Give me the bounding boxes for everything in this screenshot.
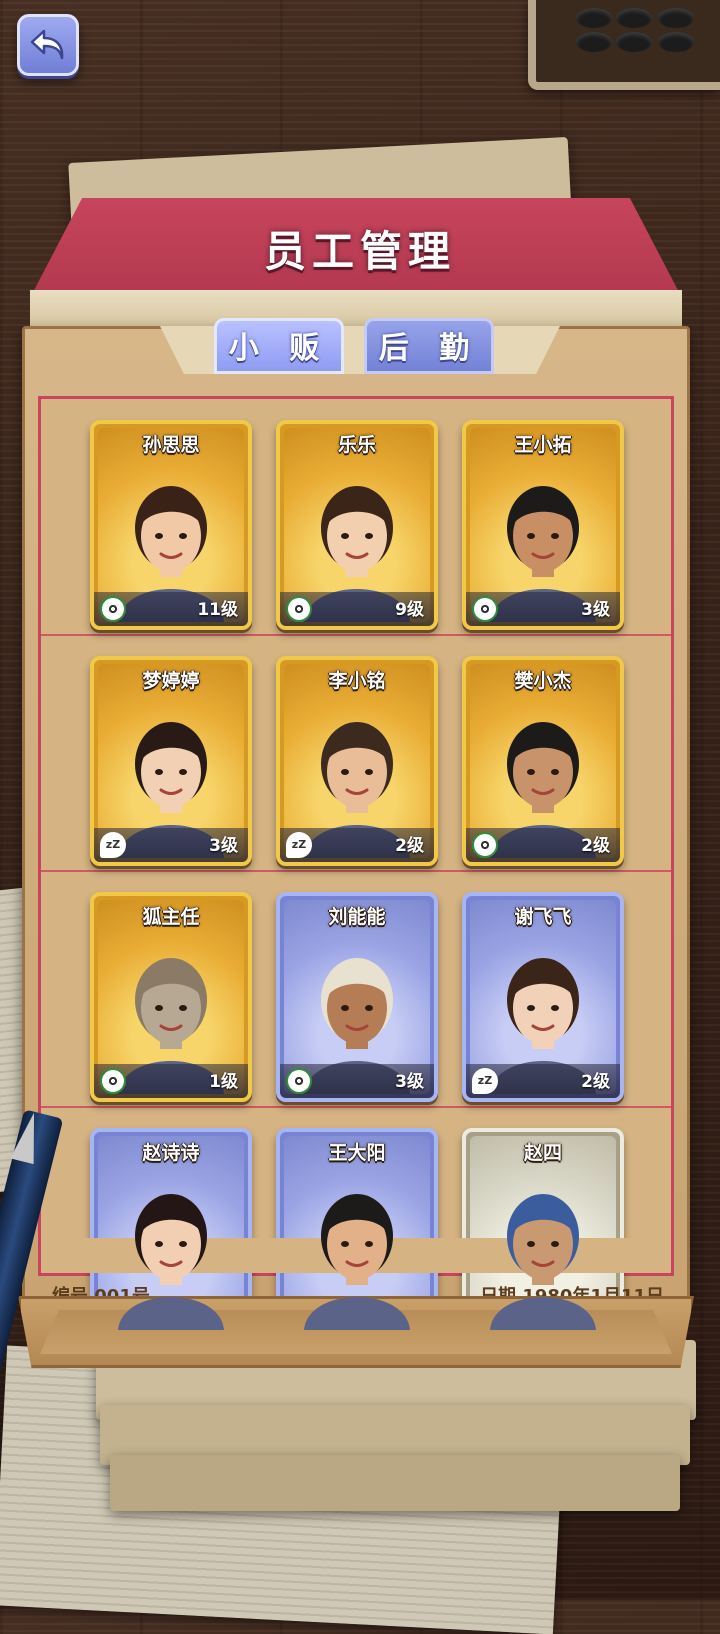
employee-name: 赵诗诗 (142, 1142, 200, 1164)
employee-name: 刘能能 (328, 906, 386, 928)
employee-level: 1级 (209, 1072, 238, 1092)
employee-card[interactable]: 李小铭 zZ 2级 (276, 656, 438, 866)
employee-name: 王大阳 (328, 1142, 386, 1164)
employee-name: 李小铭 (328, 670, 386, 692)
employee-card[interactable]: 赵四 (462, 1128, 624, 1338)
gear-icon (286, 1068, 312, 1094)
abacus-decoration (528, 0, 720, 90)
employee-card[interactable]: 樊小杰 2级 (462, 656, 624, 866)
employee-portrait (490, 1194, 596, 1330)
employee-card[interactable]: 刘能能 3级 (276, 892, 438, 1102)
employee-card[interactable]: 狐主任 1级 (90, 892, 252, 1102)
employee-portrait (304, 1194, 410, 1330)
employee-name: 孙思思 (142, 434, 200, 456)
employee-card[interactable]: 梦婷婷 zZ 3级 (90, 656, 252, 866)
card-background (284, 1136, 430, 1330)
page-title: 员工管理 (263, 227, 456, 276)
card-background (98, 1136, 244, 1330)
gear-icon (472, 832, 498, 858)
employee-level: 9级 (395, 600, 424, 620)
employee-level: 2级 (395, 836, 424, 856)
employee-name: 赵四 (523, 1142, 562, 1164)
employee-portrait (118, 1194, 224, 1330)
tab-vendor[interactable]: 小 贩 (214, 318, 344, 374)
back-button[interactable] (17, 14, 79, 76)
paper-stack-3 (110, 1455, 680, 1511)
gear-icon (100, 1068, 126, 1094)
employee-name: 王小拓 (514, 434, 572, 456)
back-arrow-icon (30, 29, 64, 60)
row-divider (40, 634, 672, 636)
employee-card[interactable]: 谢飞飞 zZ 2级 (462, 892, 624, 1102)
employee-level: 3级 (395, 1072, 424, 1092)
row-divider (40, 1106, 672, 1108)
row-divider (40, 870, 672, 872)
sleep-zzz-icon: zZ (472, 1068, 498, 1094)
employee-card[interactable]: 孙思思 11级 (90, 420, 252, 630)
employee-level: 11级 (197, 600, 238, 620)
employee-name: 狐主任 (142, 906, 200, 928)
employee-level: 2级 (581, 1072, 610, 1092)
employee-level: 3级 (209, 836, 238, 856)
employee-name: 樊小杰 (514, 670, 572, 692)
tab-logistics[interactable]: 后 勤 (364, 318, 494, 374)
folder-flap-strip (30, 290, 682, 326)
employee-card[interactable]: 王大阳 (276, 1128, 438, 1338)
card-background (470, 1136, 616, 1330)
employee-name: 谢飞飞 (514, 906, 572, 928)
gear-icon (100, 596, 126, 622)
gear-icon (286, 596, 312, 622)
gear-icon (472, 596, 498, 622)
sleep-zzz-icon: zZ (100, 832, 126, 858)
employee-level: 2级 (581, 836, 610, 856)
sleep-zzz-icon: zZ (286, 832, 312, 858)
employee-card[interactable]: 赵诗诗 (90, 1128, 252, 1338)
employee-name: 梦婷婷 (142, 670, 200, 692)
employee-level: 3级 (581, 600, 610, 620)
employee-card[interactable]: 乐乐 9级 (276, 420, 438, 630)
employee-card[interactable]: 王小拓 3级 (462, 420, 624, 630)
employee-name: 乐乐 (337, 434, 376, 456)
